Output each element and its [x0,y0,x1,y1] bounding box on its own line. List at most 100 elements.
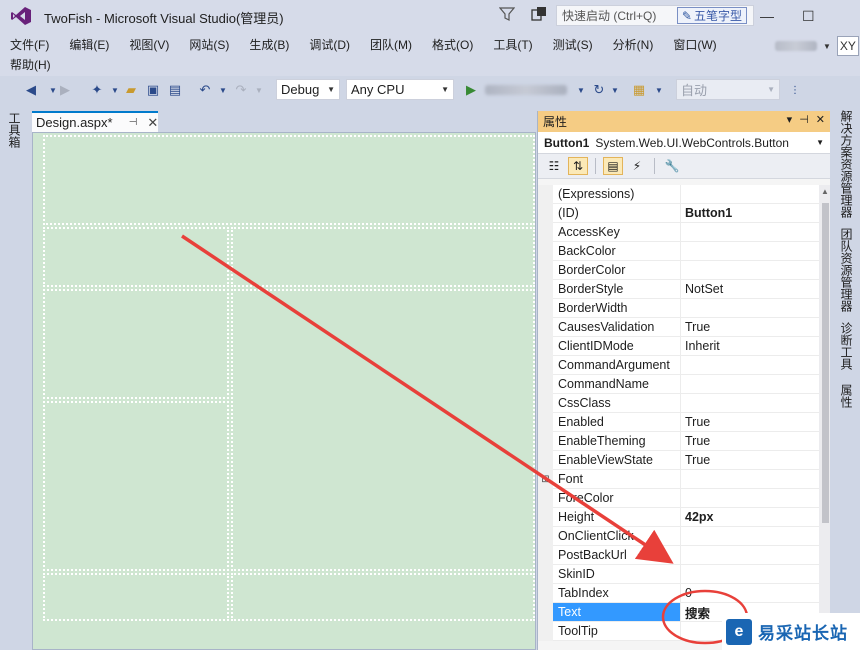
property-name[interactable]: (ID) [553,204,681,223]
property-value[interactable] [681,394,819,413]
alphabetical-icon[interactable]: ⇅ [568,157,588,175]
property-name[interactable]: BackColor [553,242,681,261]
property-name[interactable]: OnClientClick [553,527,681,546]
new-project-icon[interactable]: ✦ [88,81,106,99]
property-value[interactable] [681,565,819,584]
right-tab-3[interactable]: 属性 [838,384,855,408]
property-row[interactable]: ⊞ Font [538,470,819,489]
menu-item-2[interactable]: 视图(V) [119,36,179,53]
property-name[interactable]: CommandName [553,375,681,394]
menu-item-1[interactable]: 编辑(E) [59,36,119,53]
property-value[interactable] [681,527,819,546]
layout-cell[interactable] [43,227,229,287]
property-value[interactable] [681,470,819,489]
properties-view-icon[interactable]: ▤ [603,157,623,175]
property-name[interactable]: ForeColor [553,489,681,508]
property-name[interactable]: BorderWidth [553,299,681,318]
panel-pin-icon[interactable]: ⊣ [799,113,809,126]
property-name[interactable]: CausesValidation [553,318,681,337]
panel-menu-icon[interactable]: ▾ [787,113,793,126]
property-name[interactable]: BorderStyle [553,280,681,299]
property-row[interactable]: CommandName [538,375,819,394]
property-value[interactable] [681,261,819,280]
property-row[interactable]: BorderColor [538,261,819,280]
layout-cell[interactable] [43,573,229,621]
layout-cell[interactable] [231,573,535,621]
property-name[interactable]: Height [553,508,681,527]
property-row[interactable]: SkinID [538,565,819,584]
menu-item-11[interactable]: 窗口(W) [663,36,726,53]
property-value[interactable] [681,185,819,204]
scroll-up-icon[interactable]: ▲ [821,187,829,196]
quick-launch-input[interactable]: 快速启动 (Ctrl+Q) ✎ 五笔字型 [556,5,754,26]
browser-link-icon[interactable]: ▦ [630,81,648,99]
open-file-icon[interactable]: ▰ [122,81,140,99]
property-row[interactable]: TabIndex 0 [538,584,819,603]
minimize-icon[interactable]: — [760,8,774,25]
run-target-blurred[interactable] [485,85,567,95]
layout-cell[interactable] [231,227,535,287]
browser-link-dropdown-icon[interactable]: ▼ [650,81,668,99]
solution-configuration-select[interactable]: Debug ▼ [276,79,340,100]
menu-item-4[interactable]: 生成(B) [239,36,299,53]
property-name[interactable]: CssClass [553,394,681,413]
feedback-filter-icon[interactable] [499,6,515,22]
property-value[interactable] [681,242,819,261]
property-value[interactable]: Inherit [681,337,819,356]
scroll-thumb[interactable] [822,203,829,523]
right-tab-1[interactable]: 团队资源管理器 [838,228,855,312]
expand-icon[interactable]: ⊞ [538,470,553,489]
tab-design-aspx[interactable]: Design.aspx* ⊣ ✕ [32,111,158,132]
property-name[interactable]: SkinID [553,565,681,584]
layout-cell[interactable] [43,135,535,225]
right-tab-2[interactable]: 诊断工具 [838,322,855,370]
property-value[interactable]: 42px [681,508,819,527]
property-value[interactable] [681,299,819,318]
toolbox-tab[interactable]: 工具箱 [6,112,23,148]
menu-item-7[interactable]: 格式(O) [422,36,483,53]
notifications-icon[interactable] [530,5,548,23]
menu-item-5[interactable]: 调试(D) [299,36,360,53]
menu-item-0[interactable]: 文件(F) [0,36,59,53]
property-row[interactable]: ClientIDMode Inherit [538,337,819,356]
property-value[interactable] [681,223,819,242]
categorized-icon[interactable]: ☷ [544,157,564,175]
property-row[interactable]: PostBackUrl [538,546,819,565]
property-row[interactable]: BackColor [538,242,819,261]
undo-dropdown-icon[interactable]: ▼ [214,81,232,99]
run-dropdown-icon[interactable]: ▼ [572,81,590,99]
property-value[interactable] [681,356,819,375]
property-name[interactable]: EnableViewState [553,451,681,470]
object-selector[interactable]: Button1 System.Web.UI.WebControls.Button… [538,132,830,154]
property-row[interactable]: Height 42px [538,508,819,527]
menu-item-6[interactable]: 团队(M) [360,36,422,53]
save-all-icon[interactable]: ▤ [166,81,184,99]
property-value[interactable]: True [681,413,819,432]
save-icon[interactable]: ▣ [144,81,162,99]
property-value[interactable]: NotSet [681,280,819,299]
menu-item-10[interactable]: 分析(N) [603,36,664,53]
property-name[interactable]: ClientIDMode [553,337,681,356]
user-avatar[interactable]: XY [836,36,859,56]
maximize-icon[interactable]: ☐ [802,8,815,25]
property-row[interactable]: CausesValidation True [538,318,819,337]
layout-cell[interactable] [43,289,229,399]
property-name[interactable]: (Expressions) [553,185,681,204]
start-debug-icon[interactable]: ▶ [462,81,480,99]
property-name[interactable]: TabIndex [553,584,681,603]
property-row[interactable]: OnClientClick [538,527,819,546]
toolbar-overflow-icon[interactable]: ⋮ [786,81,804,99]
property-name[interactable]: CommandArgument [553,356,681,375]
design-surface[interactable] [32,132,536,650]
property-name[interactable]: PostBackUrl [553,546,681,565]
solution-platform-select[interactable]: Any CPU ▼ [346,79,454,100]
property-name[interactable]: Text [553,603,681,622]
menu-item-8[interactable]: 工具(T) [483,36,542,53]
property-row[interactable]: EnableTheming True [538,432,819,451]
close-tab-icon[interactable]: ✕ [147,115,158,131]
property-name[interactable]: BorderColor [553,261,681,280]
property-row[interactable]: (Expressions) [538,185,819,204]
property-row[interactable]: CssClass [538,394,819,413]
right-tab-0[interactable]: 解决方案资源管理器 [838,110,855,218]
property-name[interactable]: Enabled [553,413,681,432]
